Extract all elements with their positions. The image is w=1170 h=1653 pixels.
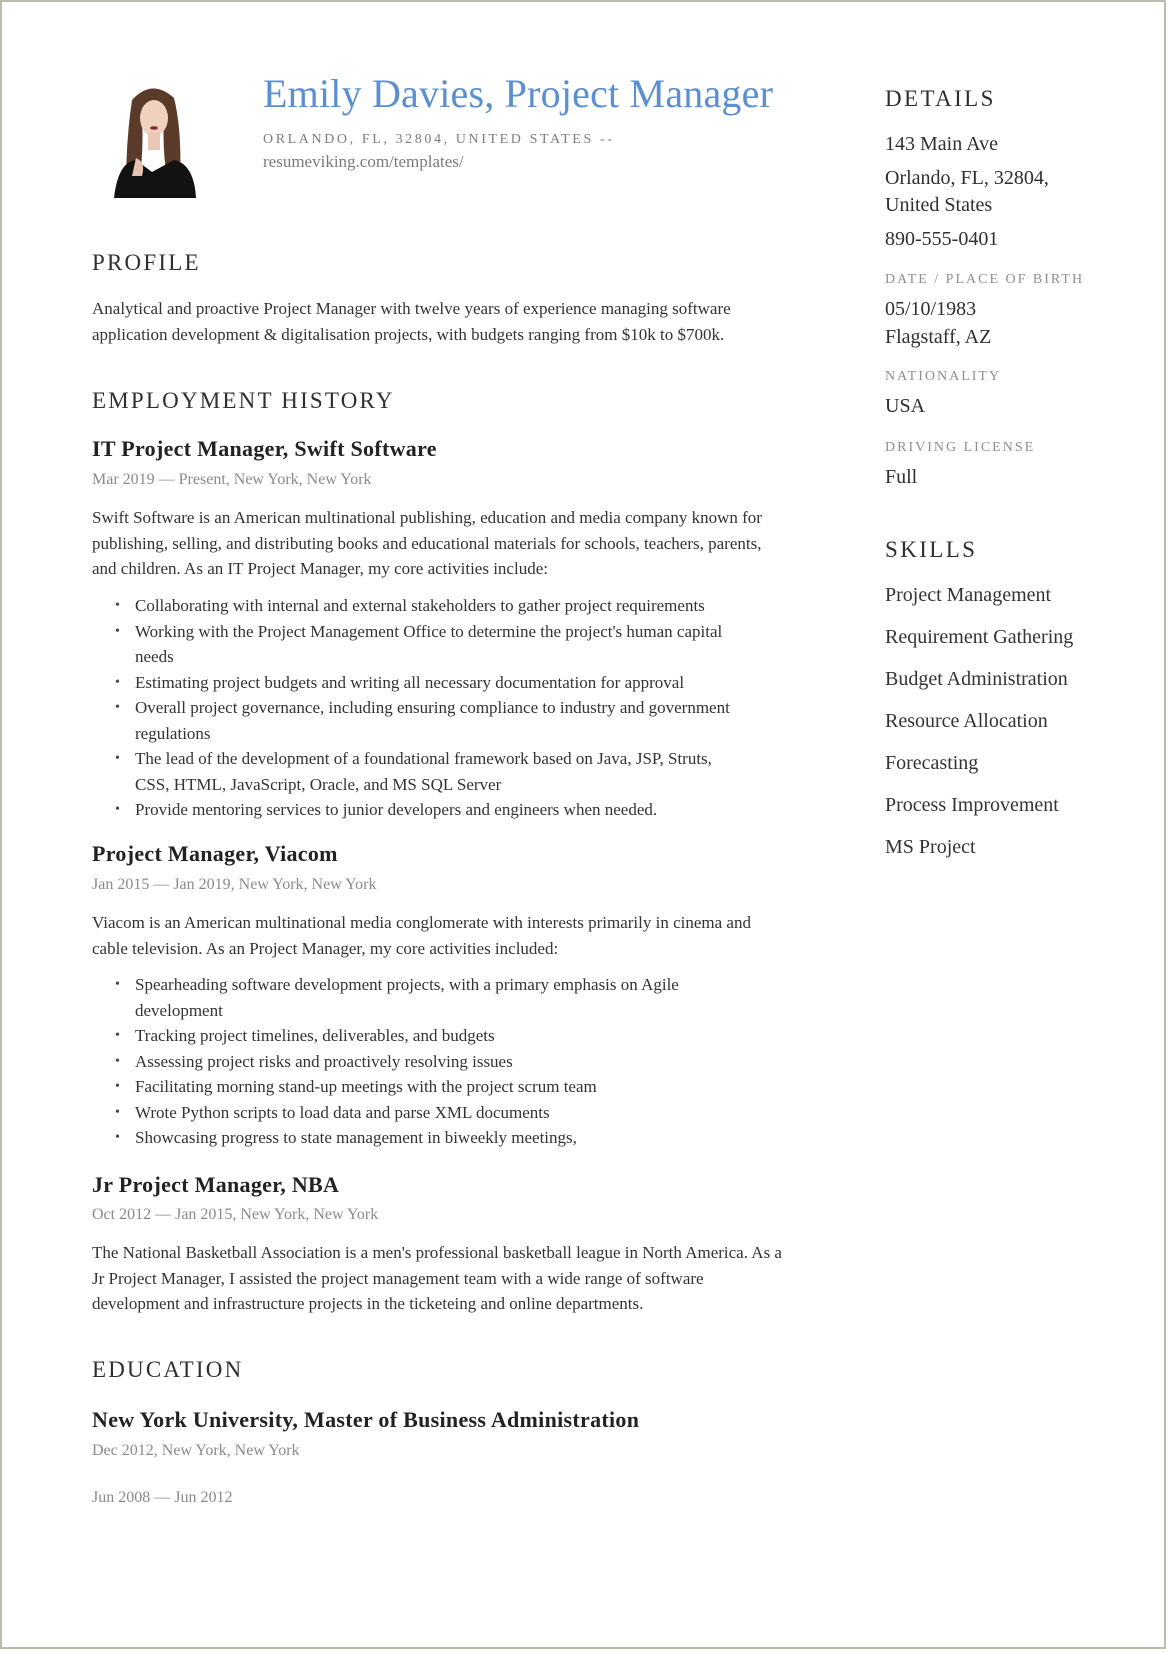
list-item: • The lead of the development of a founda… <box>92 746 742 797</box>
address-line-2: Orlando, FL, 32804, <box>885 167 1049 189</box>
job-description: Swift Software is an American multinatio… <box>92 508 762 578</box>
job-bullets: • Spearheading software development proje… <box>92 972 742 1151</box>
list-item: • Working with the Project Management Off… <box>92 619 742 670</box>
profile-heading: PROFILE <box>92 250 201 275</box>
job-title: IT Project Manager, Swift Software <box>92 436 437 461</box>
address-line-1: 143 Main Ave <box>885 133 998 155</box>
bullet-icon: • <box>115 977 120 992</box>
list-item: • Wrote Python scripts to load data and p… <box>92 1100 742 1126</box>
bullet-icon: • <box>115 674 120 690</box>
education-title: New York University, Master of Business … <box>92 1407 640 1432</box>
job-title: Jr Project Manager, NBA <box>92 1172 340 1197</box>
candidate-name: Emily Davies, Project Manager <box>263 71 774 116</box>
list-item: • Tracking project timelines, deliverable… <box>92 1023 742 1049</box>
job-description: Viacom is an American multinational medi… <box>92 913 751 958</box>
list-item: • Facilitating morning stand-up meetings … <box>92 1074 742 1100</box>
bullet-icon: • <box>115 1079 120 1094</box>
birth-place: Flagstaff, AZ <box>885 326 992 348</box>
bullet-icon: • <box>115 700 120 715</box>
address-line-3: United States <box>885 194 993 216</box>
employment-heading: EMPLOYMENT HISTORY <box>92 388 395 413</box>
nationality-label: NATIONALITY <box>885 369 1002 384</box>
bullet-icon: • <box>115 1053 120 1069</box>
skill-item: Project Management <box>885 584 1052 606</box>
bullet-icon: • <box>115 802 120 817</box>
list-item: • Assessing project risks and proactively… <box>92 1049 742 1075</box>
profile-text: Analytical and proactive Project Manager… <box>92 299 731 344</box>
education-meta: Dec 2012, New York, New York <box>92 1442 300 1459</box>
skill-item: Budget Administration <box>885 668 1068 690</box>
resume-page: Emily Davies, Project Manager ORLANDO, F… <box>0 0 1166 1649</box>
portrait-image <box>102 80 202 198</box>
list-item: • Estimating project budgets and writing … <box>92 670 742 696</box>
birth-date: 05/10/1983 <box>885 298 977 320</box>
bullet-icon: • <box>115 1104 120 1120</box>
bullet-icon: • <box>115 598 120 613</box>
job-title: Project Manager, Viacom <box>92 841 338 866</box>
skills-heading: SKILLS <box>885 537 978 562</box>
skill-item: Forecasting <box>885 752 979 774</box>
job-meta: Oct 2012 — Jan 2015, New York, New York <box>92 1206 379 1223</box>
birth-label: DATE / PLACE OF BIRTH <box>885 272 1085 287</box>
website-link[interactable]: resumeviking.com/templates/ <box>263 152 464 172</box>
license-label: DRIVING LICENSE <box>885 440 1036 455</box>
header-address: ORLANDO, FL, 32804, UNITED STATES -- <box>263 132 615 147</box>
details-heading: DETAILS <box>885 86 996 111</box>
skill-item: MS Project <box>885 836 976 858</box>
job-meta: Jan 2015 — Jan 2019, New York, New York <box>92 876 377 893</box>
nationality-value: USA <box>885 395 926 417</box>
bullet-icon: • <box>115 751 120 766</box>
job-description: The National Basketball Association is a… <box>92 1243 782 1313</box>
list-item: • Provide mentoring services to junior de… <box>92 797 742 823</box>
job-meta: Mar 2019 — Present, New York, New York <box>92 471 372 488</box>
education-heading: EDUCATION <box>92 1357 244 1382</box>
skill-item: Resource Allocation <box>885 710 1048 732</box>
list-item: • Spearheading software development proje… <box>92 972 742 1023</box>
skill-item: Process Improvement <box>885 794 1059 816</box>
job-bullets: • Collaborating with internal and externa… <box>92 593 742 823</box>
education-dates: Jun 2008 — Jun 2012 <box>92 1489 233 1506</box>
bullet-icon: • <box>115 623 120 639</box>
skill-item: Requirement Gathering <box>885 626 1074 648</box>
list-item: • Overall project governance, including e… <box>92 695 742 746</box>
profile-photo <box>102 80 202 198</box>
license-value: Full <box>885 466 918 488</box>
list-item: • Showcasing progress to state management… <box>92 1125 742 1151</box>
list-item: • Collaborating with internal and externa… <box>92 593 742 619</box>
bullet-icon: • <box>115 1028 120 1043</box>
phone-number: 890-555-0401 <box>885 228 999 250</box>
bullet-icon: • <box>115 1130 120 1145</box>
